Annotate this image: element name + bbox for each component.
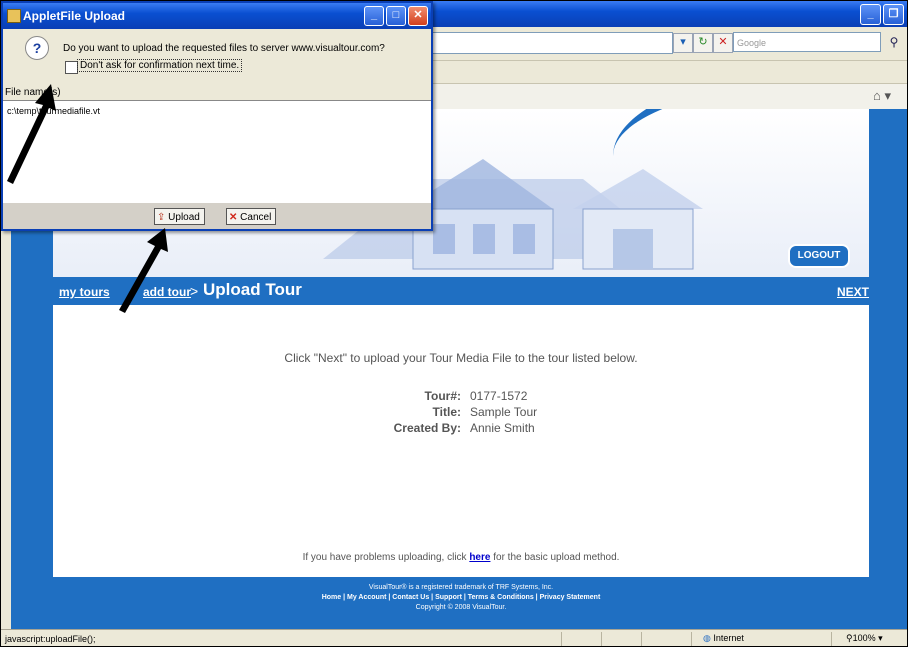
refresh-icon[interactable]: ↻ <box>693 33 713 53</box>
footer-copyright: Copyright © 2008 VisualTour. <box>415 604 507 611</box>
zone-label: Internet <box>713 633 744 643</box>
restore-icon[interactable]: ❐ <box>883 4 904 25</box>
zoom-icon: ⚲ <box>846 633 853 643</box>
tour-number-row: Tour#: 0177-1572 <box>53 389 869 405</box>
browser-window-buttons: _ ❐ <box>860 4 904 25</box>
tour-created-label: Created By: <box>393 421 461 435</box>
breadcrumb-my-tours[interactable]: my tours <box>59 285 110 299</box>
zoom-control[interactable]: ⚲100% ▾ <box>846 633 883 644</box>
confirm-question: Do you want to upload the requested file… <box>63 43 385 54</box>
upload-icon: ⇪ <box>157 212 169 223</box>
status-divider <box>601 632 602 646</box>
annotation-arrow-checkbox <box>7 84 56 184</box>
file-list[interactable]: c:\temp\tourmediafile.vt <box>3 100 431 204</box>
page-footer: VisualTour® is a registered trademark of… <box>53 577 869 629</box>
status-text: javascript:uploadFile(); <box>5 634 96 644</box>
question-icon: ? <box>25 36 49 60</box>
applet-icon <box>7 9 21 23</box>
upload-label: Upload <box>168 212 200 223</box>
status-divider <box>691 632 692 646</box>
search-icon[interactable]: ⚲ <box>885 32 903 52</box>
cancel-button[interactable]: ✕ Cancel <box>226 208 277 225</box>
cancel-label: Cancel <box>240 212 272 223</box>
tour-info: Tour#: 0177-1572 Title: Sample Tour Crea… <box>53 389 869 437</box>
footer-links[interactable]: Home | My Account | Contact Us | Support… <box>53 593 869 603</box>
footer-trademark: VisualTour® is a registered trademark of… <box>368 584 554 591</box>
annotation-arrow-upload <box>119 228 168 313</box>
status-divider <box>831 632 832 646</box>
tour-created-value: Annie Smith <box>470 421 535 435</box>
status-divider <box>561 632 562 646</box>
tour-title-label: Title: <box>432 405 461 419</box>
minimize-icon[interactable]: _ <box>860 4 881 25</box>
cancel-icon: ✕ <box>229 212 241 223</box>
dialog-button-bar: ⇪ Upload ✕ Cancel <box>3 203 431 229</box>
dropdown-icon[interactable]: ▾ <box>673 33 693 53</box>
problem-suffix: for the basic upload method. <box>490 552 620 563</box>
minimize-icon[interactable]: _ <box>364 6 384 26</box>
upload-dialog: AppletFile Upload _ □ ✕ ? Do you want to… <box>1 1 433 231</box>
security-zone[interactable]: ◍ Internet <box>703 633 744 644</box>
dont-ask-label[interactable]: Don't ask for confirmation next time. <box>77 59 243 72</box>
page-title: Upload Tour <box>203 280 302 299</box>
zoom-value: 100% <box>852 633 876 643</box>
globe-icon: ◍ <box>703 633 714 643</box>
search-input[interactable]: Google <box>733 32 881 52</box>
breadcrumb: my tours add tour > Upload Tour NEXT <box>53 277 869 305</box>
upload-button[interactable]: ⇪ Upload <box>154 208 205 225</box>
close-icon[interactable]: ✕ <box>408 6 428 26</box>
tour-title-row: Title: Sample Tour <box>53 405 869 421</box>
dialog-window-buttons: _ □ ✕ <box>364 6 428 26</box>
logout-button[interactable]: LOGOUT <box>788 244 850 268</box>
dialog-title: AppletFile Upload <box>23 9 125 23</box>
status-bar: javascript:uploadFile(); ◍ Internet ⚲100… <box>1 629 907 646</box>
home-icon[interactable]: ⌂ ▾ <box>873 88 891 104</box>
stop-icon[interactable]: ✕ <box>713 33 733 53</box>
screen: _ ❐ ▾ ↻ ✕ Google ⚲ ⌂ ▾ LOGOUT my tours a… <box>0 0 908 647</box>
tour-number-label: Tour#: <box>424 389 461 403</box>
tour-title-value: Sample Tour <box>470 405 538 419</box>
breadcrumb-separator: > <box>190 283 199 299</box>
next-link[interactable]: NEXT <box>837 285 869 299</box>
dialog-titlebar[interactable]: AppletFile Upload _ □ ✕ <box>3 3 431 29</box>
problem-prefix: If you have problems uploading, click <box>302 552 470 563</box>
basic-upload-link[interactable]: here <box>469 552 490 563</box>
status-divider <box>641 632 642 646</box>
upload-problem-text: If you have problems uploading, click he… <box>53 552 869 563</box>
address-bar[interactable] <box>431 32 673 54</box>
tour-created-row: Created By: Annie Smith <box>53 421 869 437</box>
instruction-text: Click "Next" to upload your Tour Media F… <box>284 351 638 365</box>
maximize-icon[interactable]: □ <box>386 6 406 26</box>
tour-number-value: 0177-1572 <box>470 389 528 403</box>
